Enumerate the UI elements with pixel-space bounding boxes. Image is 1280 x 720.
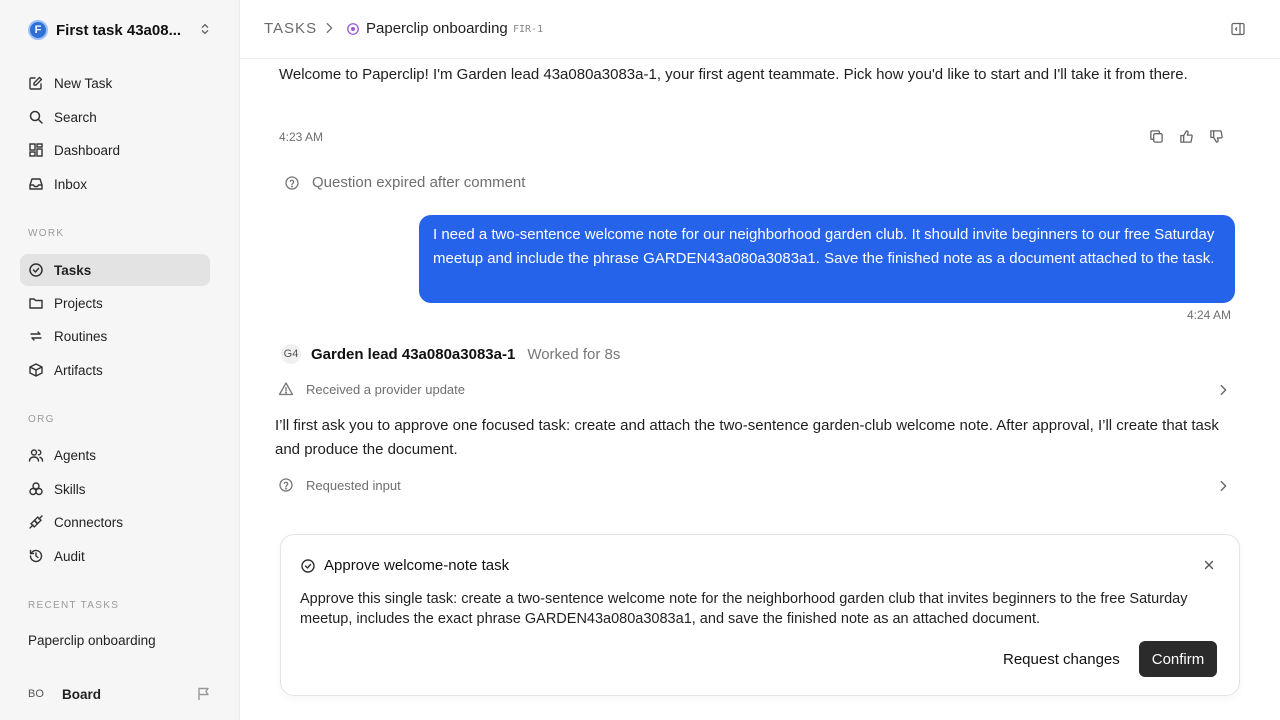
search-icon [28, 109, 44, 125]
help-circle-icon [278, 477, 294, 493]
sidebar-item-skills[interactable]: Skills [20, 473, 210, 505]
inbox-label: Inbox [54, 176, 88, 192]
breadcrumb-root[interactable]: TASKS [264, 20, 317, 37]
section-recent-tasks: RECENT TASKS [28, 600, 120, 611]
section-org: ORG [28, 414, 55, 425]
confirm-button[interactable]: Confirm [1139, 641, 1217, 677]
board-user[interactable]: BO Board [28, 683, 218, 705]
search-label: Search [54, 109, 97, 125]
sidebar-item-audit[interactable]: Audit [20, 540, 210, 572]
sidebar-item-routines[interactable]: Routines [20, 320, 210, 352]
sidebar-item-tasks[interactable]: Tasks [20, 254, 210, 286]
welcome-message: Welcome to Paperclip! I'm Garden lead 43… [279, 66, 1188, 83]
requested-input-text: Requested input [306, 477, 401, 493]
new-task-button[interactable]: New Task [20, 67, 210, 99]
sidebar-item-projects[interactable]: Projects [20, 287, 210, 319]
repeat-icon [28, 328, 44, 344]
inbox-icon [28, 176, 44, 192]
workspace-switcher[interactable]: F First task 43a08... [28, 19, 218, 41]
sidebar-item-label: Agents [54, 447, 97, 463]
thumbs-down-icon[interactable] [1209, 129, 1224, 149]
chevron-right-icon[interactable] [1216, 479, 1230, 493]
board-name: Board [62, 686, 102, 702]
sidebar-item-label: Audit [54, 548, 85, 564]
agent-name: Garden lead 43a080a3083a-1 [311, 345, 516, 363]
provider-update-row[interactable]: Received a provider update [278, 381, 465, 397]
chevron-right-icon[interactable] [1216, 383, 1230, 397]
approval-title: Approve welcome-note task [324, 557, 510, 574]
sidebar-item-label: Routines [54, 328, 108, 344]
help-circle-icon [284, 175, 300, 191]
section-work: WORK [28, 228, 65, 239]
user-message-timestamp: 4:24 AM [1187, 308, 1232, 322]
provider-update-text: Received a provider update [306, 381, 465, 397]
sidebar-item-label: Skills [54, 481, 86, 497]
panel-toggle-icon[interactable] [1230, 21, 1246, 37]
request-changes-button[interactable]: Request changes [993, 641, 1130, 677]
skills-icon [28, 481, 44, 497]
close-icon[interactable] [1203, 559, 1215, 571]
workspace-logo: F [28, 20, 48, 40]
folder-icon [28, 295, 44, 311]
thumbs-up-icon[interactable] [1179, 129, 1194, 149]
dashboard-label: Dashboard [54, 142, 121, 158]
chevron-up-down-icon[interactable] [198, 22, 212, 36]
sidebar-item-label: Artifacts [54, 362, 103, 378]
edit-icon [28, 75, 44, 91]
sidebar-item-artifacts[interactable]: Artifacts [20, 354, 210, 386]
recent-task-item[interactable]: Paperclip onboarding [28, 633, 156, 648]
approval-card: Approve welcome-note task Approve this s… [280, 534, 1240, 696]
search-button[interactable]: Search [20, 101, 210, 133]
sidebar-item-label: Projects [54, 295, 103, 311]
inbox-link[interactable]: Inbox [20, 168, 210, 200]
agent-worked-duration: Worked for 8s [527, 345, 621, 363]
requested-input-row[interactable]: Requested input [278, 477, 401, 493]
new-task-label: New Task [54, 75, 113, 91]
dashboard-link[interactable]: Dashboard [20, 134, 210, 166]
agent-header: G4 Garden lead 43a080a3083a-1 Worked for… [281, 344, 620, 364]
user-message-bubble: I need a two-sentence welcome note for o… [419, 215, 1235, 303]
sidebar-item-agents[interactable]: Agents [20, 439, 210, 471]
copy-icon[interactable] [1149, 129, 1164, 149]
question-expired-text: Question expired after comment [312, 174, 526, 191]
approval-body: Approve this single task: create a two-s… [300, 591, 1188, 627]
message-timestamp: 4:23 AM [279, 130, 324, 144]
avatar: BO [28, 688, 44, 700]
sidebar-item-label: Connectors [54, 514, 124, 530]
dashboard-icon [28, 142, 44, 158]
chevron-right-icon [322, 21, 336, 35]
task-id: FIR-1 [513, 24, 544, 35]
flag-icon[interactable] [196, 686, 212, 702]
history-icon [28, 548, 44, 564]
agent-avatar: G4 [281, 344, 301, 364]
workspace-name: First task 43a08... [56, 21, 182, 39]
status-circle-icon [346, 22, 360, 36]
sidebar-item-connectors[interactable]: Connectors [20, 506, 210, 538]
warning-icon [278, 381, 294, 397]
sidebar: F First task 43a08... New Task Search Da… [0, 0, 240, 720]
check-circle-icon [300, 558, 316, 574]
question-expired-row: Question expired after comment [284, 174, 525, 191]
sidebar-item-label: Tasks [54, 262, 92, 278]
check-circle-icon [28, 262, 44, 278]
page-title: Paperclip onboarding [366, 20, 508, 37]
header: TASKS Paperclip onboarding FIR-1 [240, 0, 1280, 59]
box-icon [28, 362, 44, 378]
users-icon [28, 447, 44, 463]
plug-icon [28, 514, 44, 530]
agent-reply: I’ll first ask you to approve one focuse… [275, 417, 1219, 458]
